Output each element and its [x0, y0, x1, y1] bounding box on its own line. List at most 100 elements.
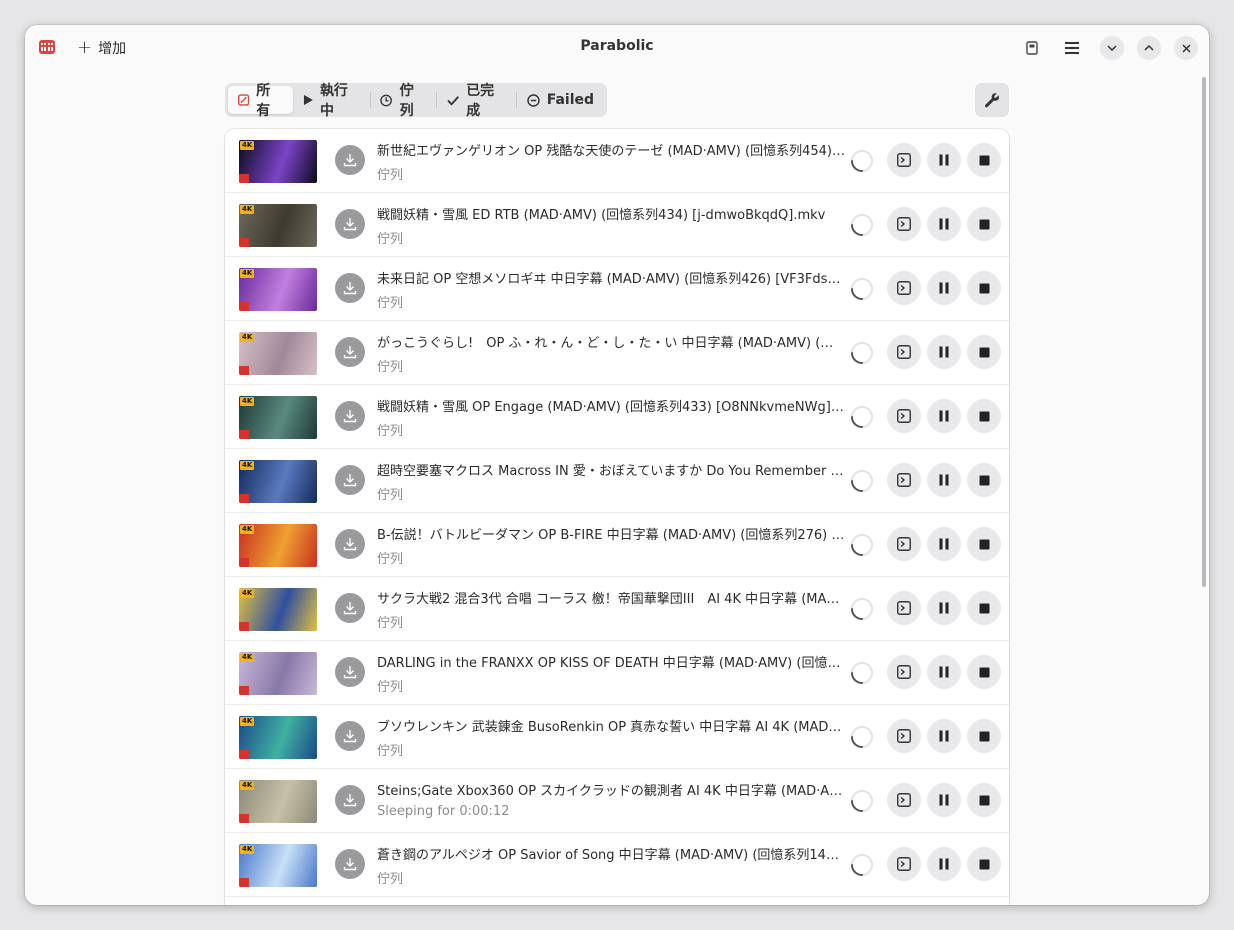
stop-button[interactable]	[967, 207, 1001, 241]
view-log-button[interactable]	[887, 527, 921, 561]
pause-button[interactable]	[927, 271, 961, 305]
pause-icon	[939, 794, 949, 806]
stop-icon	[979, 603, 989, 613]
download-icon	[335, 529, 365, 559]
clock-icon	[380, 94, 393, 106]
add-download-button[interactable]: + 增加	[77, 36, 126, 60]
download-title: 新世紀エヴァンゲリオン OP 残酷な天使のテーゼ (MAD·AMV) (回憶系列…	[377, 144, 845, 159]
stop-button[interactable]	[967, 527, 1001, 561]
add-download-label: 增加	[98, 41, 127, 57]
spinner-icon	[851, 662, 873, 684]
spinner-icon	[851, 854, 873, 876]
thumbnail-channel-mark	[239, 430, 249, 439]
view-log-button[interactable]	[887, 463, 921, 497]
stop-button[interactable]	[967, 783, 1001, 817]
stop-button[interactable]	[967, 591, 1001, 625]
stop-button[interactable]	[967, 271, 1001, 305]
pause-button[interactable]	[927, 847, 961, 881]
download-row[interactable]: 4K 蒼き鋼のアルペジオ OP Savior of Song 中日字幕 (MAD…	[225, 833, 1009, 897]
thumbnail-channel-mark	[239, 878, 249, 887]
view-log-button[interactable]	[887, 591, 921, 625]
pause-button[interactable]	[927, 591, 961, 625]
download-row[interactable]: 4K 超時空要塞マクロス Macross IN 愛・おぼえていますか Do Yo…	[225, 449, 1009, 513]
download-row[interactable]: 4K B-伝説！バトルビーダマン OP B-FIRE 中日字幕 (MAD·AMV…	[225, 513, 1009, 577]
view-log-button[interactable]	[887, 335, 921, 369]
spinner-icon	[851, 278, 873, 300]
spinner-icon	[851, 598, 873, 620]
view-log-button[interactable]	[887, 207, 921, 241]
download-title: サクラ大戦2 混合3代 合唱 コーラス 檄！帝国華撃団III AI 4K 中日字…	[377, 592, 845, 607]
pause-button[interactable]	[927, 399, 961, 433]
download-row[interactable]: 4K 未来日記 OP 空想メソロギヰ 中日字幕 (MAD·AMV) (回憶系列4…	[225, 257, 1009, 321]
maximize-icon[interactable]	[1137, 36, 1161, 60]
download-row[interactable]: 4K ブソウレンキン 武装錬金 BusoRenkin OP 真赤な誓い 中日字幕…	[225, 705, 1009, 769]
filter-running[interactable]: 執行中	[293, 83, 370, 119]
spinner-icon	[851, 726, 873, 748]
preferences-button[interactable]	[975, 83, 1009, 117]
minimize-icon[interactable]	[1100, 36, 1124, 60]
pause-button[interactable]	[927, 783, 961, 817]
pause-button[interactable]	[927, 207, 961, 241]
download-row[interactable]: 4K DARLING in the FRANXX OP KISS OF DEAT…	[225, 641, 1009, 705]
download-row[interactable]: 4K 戦闘妖精・雪風 OP Engage (MAD·AMV) (回憶系列433)…	[225, 385, 1009, 449]
download-title: B-伝説！バトルビーダマン OP B-FIRE 中日字幕 (MAD·AMV) (…	[377, 528, 845, 543]
view-log-button[interactable]	[887, 783, 921, 817]
spinner-icon	[851, 342, 873, 364]
view-log-button[interactable]	[887, 847, 921, 881]
thumbnail-channel-mark	[239, 302, 249, 311]
download-status: Sleeping for 0:00:12	[377, 804, 510, 819]
pause-icon	[939, 218, 949, 230]
download-icon	[335, 785, 365, 815]
download-title: がっこうぐらし! OP ふ・れ・ん・ど・し・た・い 中日字幕 (MAD·AMV)…	[377, 336, 845, 351]
stop-button[interactable]	[967, 847, 1001, 881]
pause-icon	[939, 666, 949, 678]
stop-button[interactable]	[967, 719, 1001, 753]
thumbnail-4k-badge: 4K	[240, 525, 255, 534]
download-status: 佇列	[377, 488, 404, 503]
view-log-button[interactable]	[887, 399, 921, 433]
filter-queued[interactable]: 佇列	[370, 83, 436, 119]
download-row[interactable]: 4K 戦闘妖精・雪風 ED RTB (MAD·AMV) (回憶系列434) [j…	[225, 193, 1009, 257]
stop-button[interactable]	[967, 399, 1001, 433]
stop-icon	[979, 411, 989, 421]
download-row[interactable]: 4K がっこうぐらし! OP ふ・れ・ん・ど・し・た・い 中日字幕 (MAD·A…	[225, 321, 1009, 385]
filter-completed[interactable]: 已完成	[437, 83, 516, 119]
view-log-button[interactable]	[887, 143, 921, 177]
stop-icon	[979, 795, 989, 805]
download-title: 戦闘妖精・雪風 ED RTB (MAD·AMV) (回憶系列434) [j-dm…	[377, 208, 826, 223]
keyring-icon[interactable]	[1020, 36, 1044, 60]
pause-button[interactable]	[927, 719, 961, 753]
stop-button[interactable]	[967, 335, 1001, 369]
stop-button[interactable]	[967, 463, 1001, 497]
pause-button[interactable]	[927, 527, 961, 561]
view-log-button[interactable]	[887, 655, 921, 689]
view-log-button[interactable]	[887, 719, 921, 753]
filter-bar: 所有 執行中 佇列 已完成 Failed	[225, 83, 607, 119]
terminal-icon	[897, 281, 911, 295]
header-bar: + 增加 Parabolic	[25, 25, 1209, 71]
stop-button[interactable]	[967, 143, 1001, 177]
pause-button[interactable]	[927, 463, 961, 497]
thumbnail-channel-mark	[239, 174, 249, 183]
failed-icon	[527, 93, 540, 107]
pause-button[interactable]	[927, 143, 961, 177]
download-row[interactable]: 4K 新世紀エヴァンゲリオン OP 残酷な天使のテーゼ (MAD·AMV) (回…	[225, 129, 1009, 193]
close-icon[interactable]	[1174, 36, 1198, 60]
filter-all[interactable]: 所有	[228, 83, 293, 119]
pause-button[interactable]	[927, 335, 961, 369]
pause-icon	[939, 730, 949, 742]
scrollbar[interactable]	[1202, 77, 1206, 587]
terminal-icon	[897, 793, 911, 807]
view-log-button[interactable]	[887, 271, 921, 305]
pause-button[interactable]	[927, 655, 961, 689]
hamburger-menu-icon[interactable]	[1060, 36, 1084, 60]
filter-failed[interactable]: Failed	[517, 86, 604, 114]
thumbnail-channel-mark	[239, 494, 249, 503]
terminal-icon	[897, 665, 911, 679]
stop-button[interactable]	[967, 655, 1001, 689]
video-thumbnail: 4K	[239, 652, 317, 695]
download-title: ブソウレンキン 武装錬金 BusoRenkin OP 真赤な誓い 中日字幕 AI…	[377, 720, 845, 735]
terminal-icon	[897, 409, 911, 423]
download-row[interactable]: 4K Steins;Gate Xbox360 OP スカイクラッドの観測者 AI…	[225, 769, 1009, 833]
download-row[interactable]: 4K サクラ大戦2 混合3代 合唱 コーラス 檄！帝国華撃団III AI 4K …	[225, 577, 1009, 641]
